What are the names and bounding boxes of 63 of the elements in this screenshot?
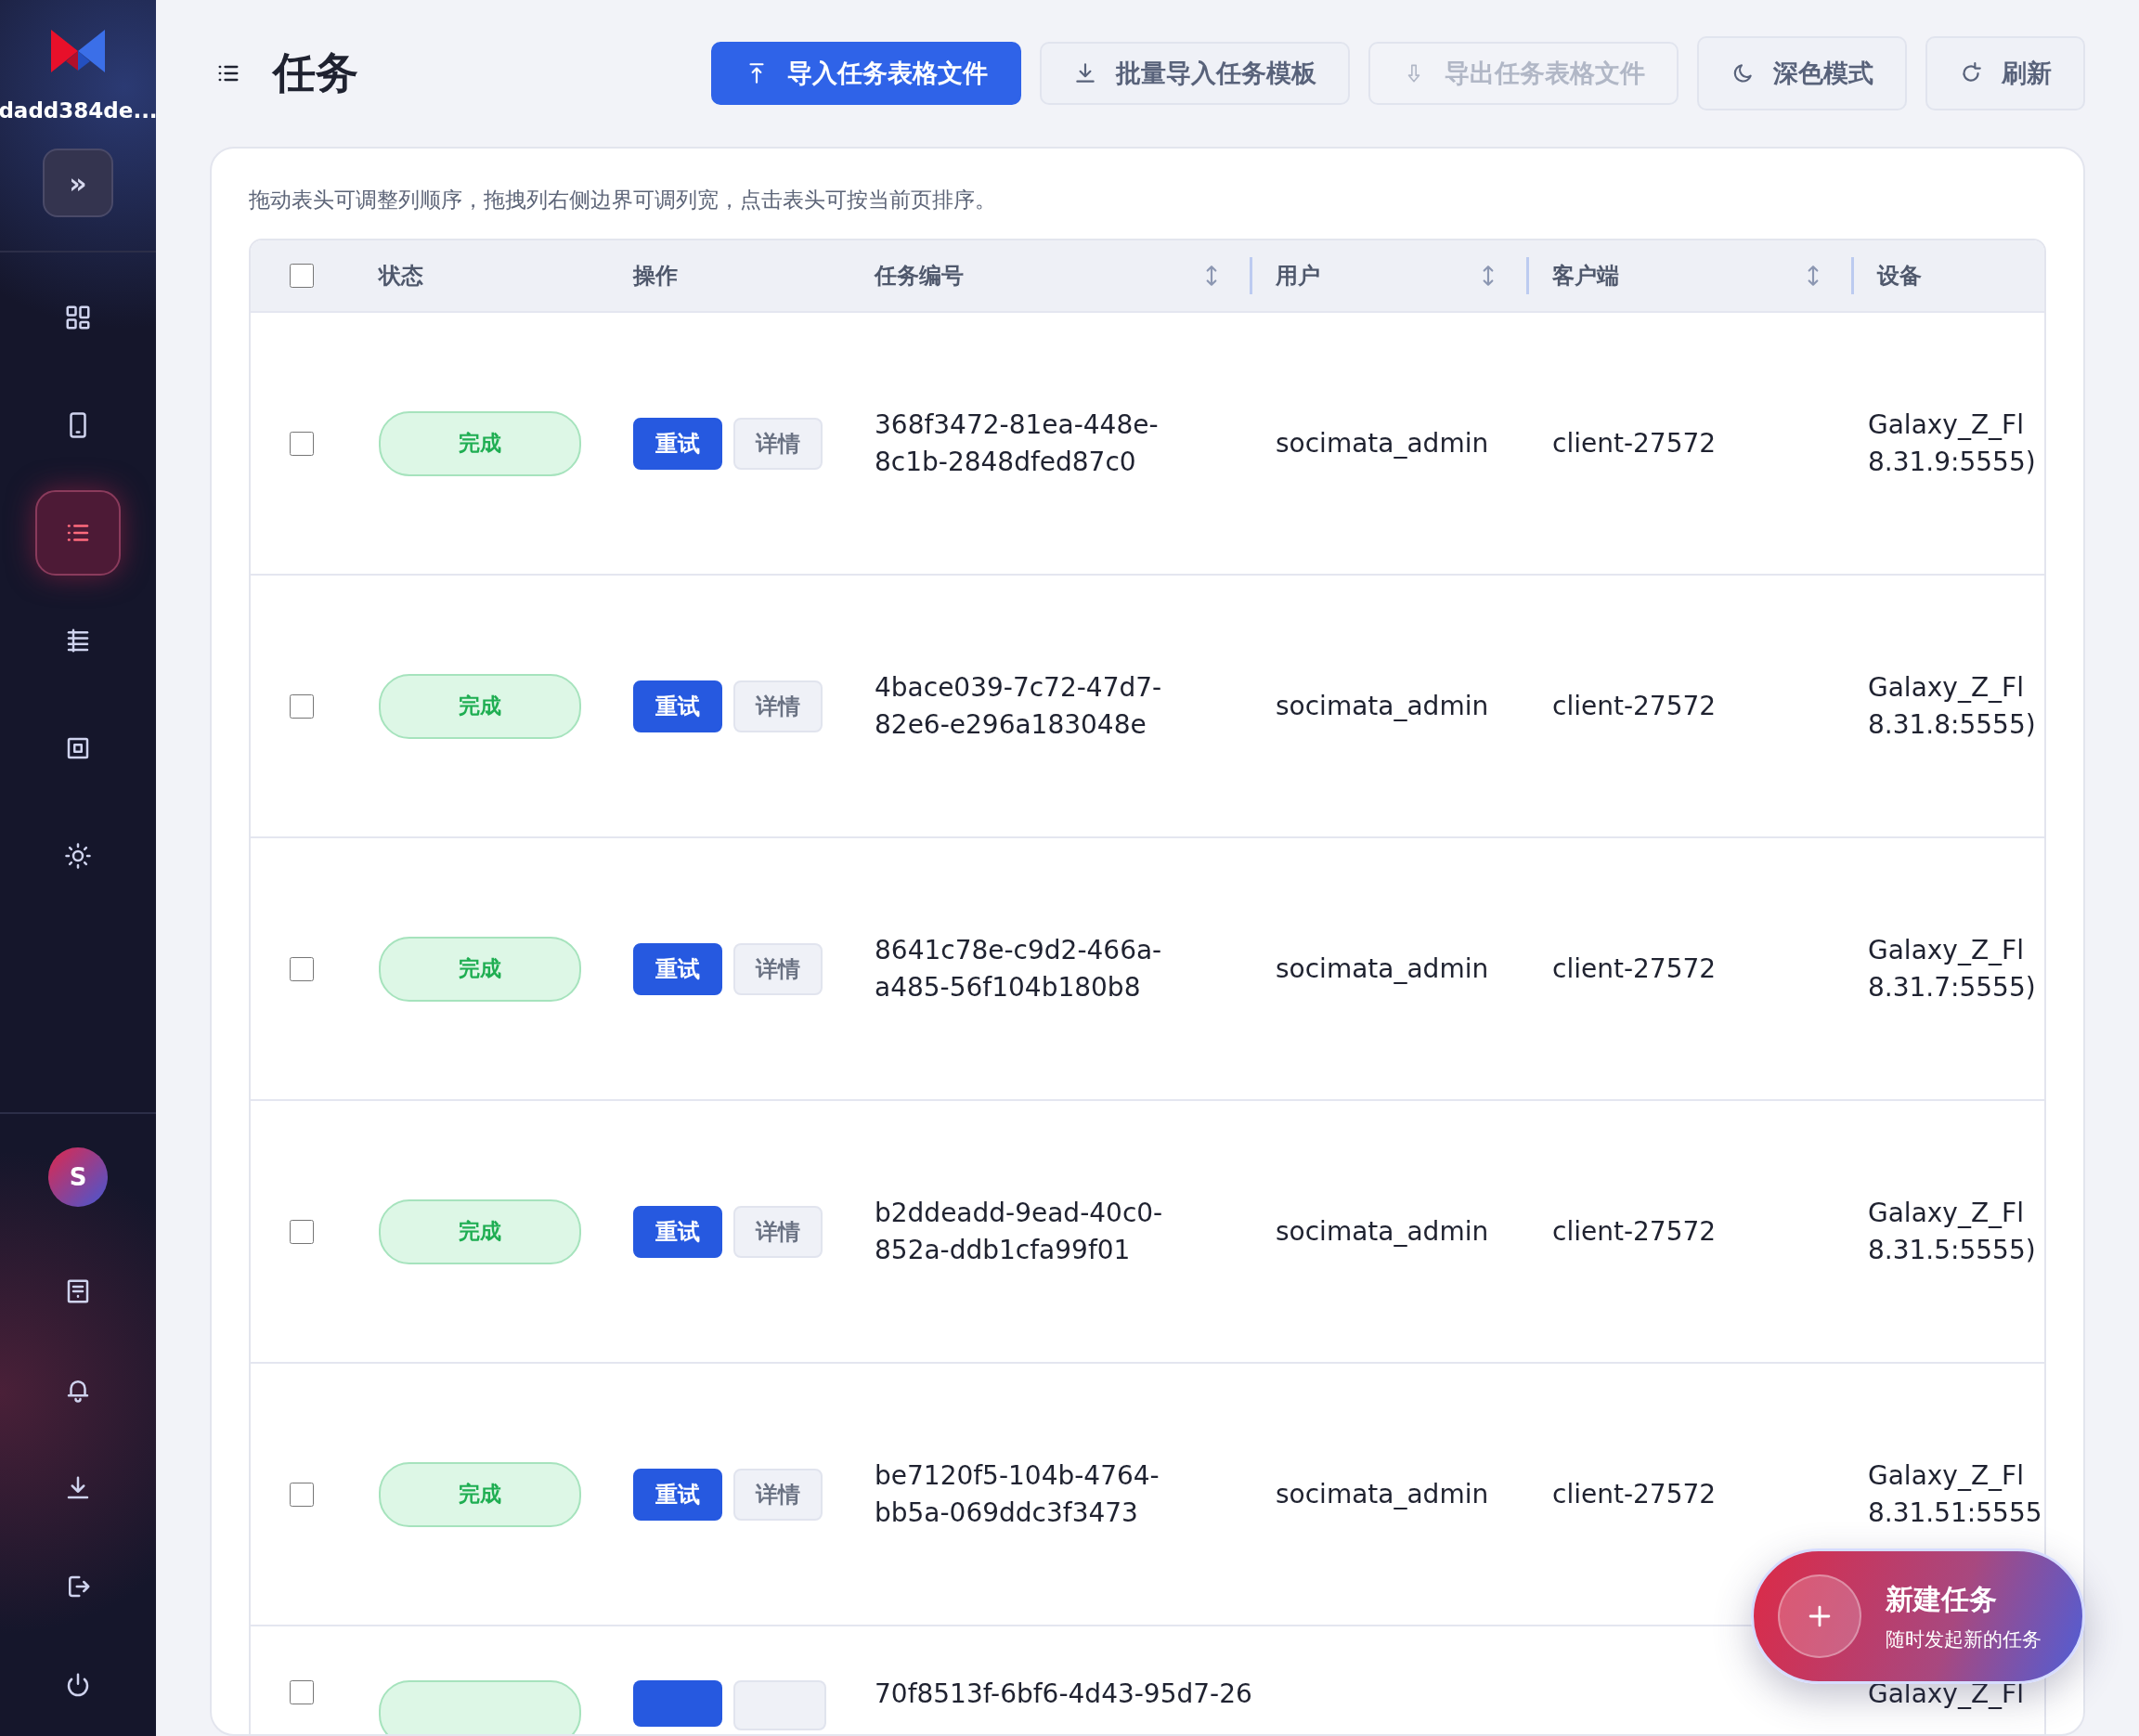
download-icon xyxy=(1073,61,1097,85)
retry-button[interactable]: 重试 xyxy=(633,680,722,732)
user-name: socimata_admin xyxy=(1276,952,1489,984)
column-header[interactable]: 操作 xyxy=(633,261,823,291)
retry-button[interactable]: 重试 xyxy=(633,942,722,995)
column-header[interactable]: 设备 xyxy=(1877,261,2018,291)
row-checkbox[interactable] xyxy=(290,1680,314,1704)
user-name: socimata_admin xyxy=(1276,690,1489,721)
task-id: 368f3472-81ea-448e-8c1b-2848dfed87c0 xyxy=(874,408,1160,479)
client-id: client-27572 xyxy=(1552,952,1717,984)
device-name: Galaxy_Z_Fl 8.31.8:5555) xyxy=(1867,670,2037,742)
row-checkbox[interactable] xyxy=(290,1482,314,1507)
row-checkbox[interactable] xyxy=(290,431,314,456)
user-name: socimata_admin xyxy=(1276,1478,1489,1509)
sun-icon xyxy=(64,842,92,870)
device-name: Galaxy_Z_Fl 8.31.9:5555) xyxy=(1867,408,2037,479)
task-id: be7120f5-104b-4764-bb5a-069ddc3f3473 xyxy=(874,1458,1160,1530)
status-badge: 完成 xyxy=(379,1198,581,1264)
select-all-checkbox[interactable] xyxy=(290,264,314,288)
task-id: 8641c78e-c9d2-466a-a485-56f104b180b8 xyxy=(874,933,1163,1004)
retry-button[interactable]: 重试 xyxy=(633,417,722,470)
workspace-name: dadd384de... xyxy=(0,98,158,123)
column-header[interactable]: 任务编号 xyxy=(875,261,1199,291)
row-checkbox[interactable] xyxy=(290,956,314,981)
toolbar-button[interactable]: 导入任务表格文件 xyxy=(711,42,1021,105)
expand-button[interactable]: » xyxy=(43,149,113,217)
client-id: client-27572 xyxy=(1552,427,1717,459)
logo-icon xyxy=(49,28,107,74)
status-badge: 完成 xyxy=(379,1461,581,1527)
toolbar-button[interactable]: 深色模式 xyxy=(1697,36,1907,110)
row-checkbox[interactable] xyxy=(290,1219,314,1244)
user-name: socimata_admin xyxy=(1276,1215,1489,1247)
grid-icon xyxy=(64,304,92,331)
client-id: client-27572 xyxy=(1552,1478,1717,1509)
client-id: client-27572 xyxy=(1552,690,1717,721)
device-name: Galaxy_Z_Fl 8.31.7:5555) xyxy=(1867,933,2037,1004)
details-button[interactable]: 详情 xyxy=(733,417,823,470)
device-name: Galaxy_Z_Fl 8.31.51:5555 xyxy=(1867,1458,2043,1530)
hint-text: 拖动表头可调整列顺序，拖拽列右侧边界可调列宽，点击表头可按当前页排序。 xyxy=(249,187,997,214)
details-button[interactable]: 详情 xyxy=(733,680,823,732)
retry-button[interactable]: 重试 xyxy=(633,1205,722,1258)
details-button[interactable]: 详情 xyxy=(733,942,823,995)
task-id: 4bace039-7c72-47d7-82e6-e296a183048e xyxy=(874,670,1163,742)
device-name: Galaxy_Z_Fl 8.31.5:5555) xyxy=(1867,1196,2037,1267)
column-header[interactable]: 客户端 xyxy=(1552,261,1801,291)
task-id: b2ddeadd-9ead-40c0-852a-ddb1cfa99f01 xyxy=(874,1196,1164,1267)
details-button[interactable]: 详情 xyxy=(733,1205,823,1258)
user-name: socimata_admin xyxy=(1276,427,1489,459)
details-button[interactable]: 详情 xyxy=(733,1468,823,1521)
retry-button[interactable]: 重试 xyxy=(633,1468,722,1521)
user-avatar[interactable]: S xyxy=(48,1147,108,1207)
client-id: client-27572 xyxy=(1552,1215,1717,1247)
status-badge: 完成 xyxy=(379,936,581,1002)
status-badge: 完成 xyxy=(379,410,581,476)
row-checkbox[interactable] xyxy=(290,693,314,719)
column-header[interactable]: 状态 xyxy=(379,261,581,291)
toolbar-button[interactable]: 刷新 xyxy=(1925,36,2085,110)
status-badge: 完成 xyxy=(379,673,581,739)
new-task-button[interactable]: 新建任务 随时发起新的任务 xyxy=(1751,1548,2085,1684)
task-id: 70f8513f-6bf6-4d43-95d7-26 xyxy=(874,1680,1250,1708)
toolbar-button[interactable]: 批量导入任务模板 xyxy=(1040,42,1350,105)
column-header[interactable]: 用户 xyxy=(1276,261,1476,291)
page-title: 任务 xyxy=(273,46,359,99)
